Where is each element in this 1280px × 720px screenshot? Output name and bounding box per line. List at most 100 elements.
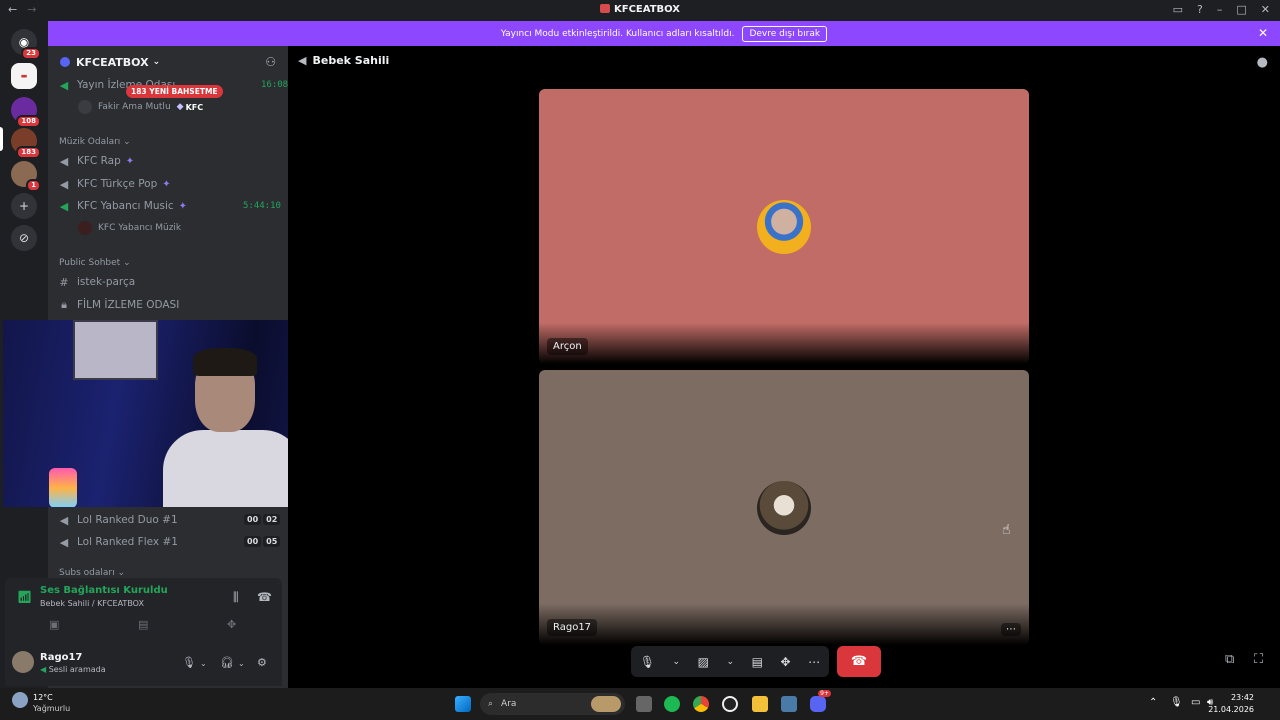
server-badge-183: 183: [16, 146, 41, 159]
channel-film-izleme[interactable]: 🔒︎ FİLM İZLEME ODASI: [57, 295, 179, 315]
add-server-button[interactable]: +: [11, 193, 37, 219]
activities-icon[interactable]: ✥: [781, 655, 791, 669]
spotify-icon[interactable]: [664, 696, 680, 712]
avatar: [78, 221, 92, 235]
chevron-down-icon: ⌄: [152, 57, 161, 67]
channel-lol-flex[interactable]: ◀︎ Lol Ranked Flex #1: [57, 532, 178, 552]
chevron-down-icon[interactable]: ⌄: [673, 657, 681, 667]
start-menu-icon[interactable]: [455, 696, 471, 712]
server-icon-2[interactable]: 108: [11, 97, 41, 128]
microphone-icon[interactable]: 🎙︎: [1170, 697, 1183, 708]
channel-istek-parca[interactable]: # istek-parça: [57, 272, 135, 292]
help-icon[interactable]: ?: [1197, 3, 1203, 16]
title-bar: ← → KFCEATBOX ▭ ? – □ ✕: [0, 0, 1280, 21]
chevron-down-icon[interactable]: ⌄: [238, 659, 245, 668]
channel-name: FİLM İZLEME ODASI: [77, 299, 180, 311]
screen-share-icon[interactable]: ▤: [138, 618, 148, 631]
inbox-icon[interactable]: ▭: [1173, 3, 1183, 16]
camera-off-icon[interactable]: ▨: [698, 655, 709, 669]
obs-icon[interactable]: [722, 696, 738, 712]
app-logo-icon: [599, 4, 610, 13]
webcam-overlay: [3, 320, 334, 507]
category-music[interactable]: Müzik Odaları ⌄: [59, 137, 131, 147]
activities-icon[interactable]: ✥: [227, 618, 236, 631]
chevron-down-icon: ⌄: [123, 137, 131, 147]
network-icon[interactable]: ▭: [1191, 697, 1200, 708]
maximize-button[interactable]: □: [1236, 3, 1246, 16]
microphone-icon[interactable]: 🎙︎: [182, 656, 196, 669]
category-public[interactable]: Public Sohbet ⌄: [59, 258, 131, 268]
screen-share-icon[interactable]: ▤: [752, 655, 763, 669]
disconnect-icon[interactable]: ☎︎: [257, 590, 272, 604]
server-icon-kfc[interactable]: ▬: [11, 63, 37, 89]
participant-tile-rago17[interactable]: Rago17 ⋯: [539, 370, 1029, 645]
temperature: 12°C: [33, 693, 53, 702]
add-member-icon[interactable]: ⚇: [265, 55, 276, 69]
sparkle-icon: ✦: [162, 178, 171, 190]
voice-location: Bebek Sahili / KFCEATBOX: [40, 599, 144, 608]
app-icon[interactable]: [781, 696, 797, 712]
speaker-icon: ◀︎: [59, 154, 69, 168]
channel-kfc-yabanci-music[interactable]: ◀︎ KFC Yabancı Music ✦ 5:44:10: [57, 196, 281, 216]
disconnect-call-button[interactable]: ☎︎: [837, 646, 881, 677]
lock-icon: 🔒︎: [61, 298, 67, 311]
minimize-button[interactable]: –: [1217, 3, 1223, 16]
user-name: Rago17: [40, 652, 83, 663]
server-icon-3[interactable]: 183: [11, 128, 41, 159]
user-name: Fakir Ama Mutlu: [98, 102, 171, 112]
explore-button[interactable]: ⊘: [11, 225, 37, 251]
window-title: KFCEATBOX: [0, 4, 1280, 15]
guild-header[interactable]: KFCEATBOX ⌄ ⚇: [48, 46, 288, 78]
signal-icon[interactable]: 📶︎: [17, 590, 32, 604]
taskbar-search[interactable]: ⌕ Ara: [480, 693, 625, 715]
channel-kfc-turkce-pop[interactable]: ◀︎ KFC Türkçe Pop ✦: [57, 174, 171, 194]
headphones-icon[interactable]: 🎧︎: [220, 656, 234, 669]
channel-lol-duo[interactable]: ◀︎ Lol Ranked Duo #1: [57, 510, 178, 530]
avatar[interactable]: [12, 651, 34, 673]
chat-bubble-icon[interactable]: ●: [1257, 55, 1268, 70]
chevron-down-icon[interactable]: ⌄: [200, 659, 207, 668]
more-options-icon[interactable]: ⋯: [808, 655, 820, 669]
chevron-up-icon[interactable]: ⌃: [1149, 697, 1157, 708]
voice-user-fakir[interactable]: Fakir Ama Mutlu ◆ KFC: [78, 98, 203, 116]
voice-status[interactable]: Ses Bağlantısı Kuruldu: [40, 585, 168, 596]
weather-widget[interactable]: 12°C Yağmurlu: [12, 692, 70, 713]
task-view-icon[interactable]: [636, 696, 652, 712]
settings-gear-icon[interactable]: ⚙: [257, 656, 267, 669]
noise-suppression-icon[interactable]: ⫼: [233, 590, 239, 605]
weather-icon: [12, 692, 28, 708]
pop-out-icon[interactable]: ⧉: [1225, 652, 1234, 667]
chevron-down-icon[interactable]: ⌄: [727, 657, 735, 667]
file-explorer-icon[interactable]: [752, 696, 768, 712]
camera-off-icon[interactable]: ▣: [49, 618, 59, 631]
search-icon: ⌕: [488, 699, 494, 709]
participant-avatar: [757, 200, 811, 254]
fullscreen-icon[interactable]: ⛶: [1254, 652, 1263, 667]
chrome-icon[interactable]: [693, 696, 709, 712]
microphone-icon[interactable]: 🎙︎: [640, 655, 655, 669]
mention-pill[interactable]: 183 YENİ BAHSETME: [126, 85, 223, 98]
direct-messages-button[interactable]: ◉ 23: [11, 29, 41, 60]
participant-tile-arcon[interactable]: Arçon: [539, 89, 1029, 364]
channel-name: istek-parça: [77, 276, 136, 288]
hash-icon: #: [59, 275, 69, 289]
channel-name: Lol Ranked Flex #1: [77, 536, 178, 548]
participant-avatar: [757, 481, 811, 535]
server-icon-4[interactable]: 1: [11, 161, 41, 192]
user-tag: KFC: [185, 102, 204, 112]
category-subs[interactable]: Subs odaları ⌄: [59, 568, 125, 578]
discord-taskbar-icon[interactable]: 9+: [810, 690, 831, 712]
voice-user-music-bot[interactable]: KFC Yabancı Müzik: [78, 219, 181, 237]
user-status: ◀︎ Sesli aramada: [40, 665, 106, 674]
banner-message: Yayıncı Modu etkinleştirildi. Kullanıcı …: [500, 28, 735, 39]
disable-streamer-mode-button[interactable]: Devre dışı bırak: [742, 25, 828, 42]
compass-icon: ⊘: [18, 231, 30, 245]
close-icon[interactable]: ✕: [1258, 26, 1268, 40]
close-window-button[interactable]: ✕: [1261, 3, 1270, 16]
search-placeholder: Ara: [501, 699, 517, 709]
speaker-icon: ◀︎: [59, 78, 69, 92]
more-options-icon[interactable]: ⋯: [1001, 623, 1021, 636]
channel-kfc-rap[interactable]: ◀︎ KFC Rap ✦: [57, 151, 134, 171]
system-clock[interactable]: 23:42 21.04.2026: [1208, 692, 1254, 716]
speaker-icon: ◀︎: [59, 199, 69, 213]
